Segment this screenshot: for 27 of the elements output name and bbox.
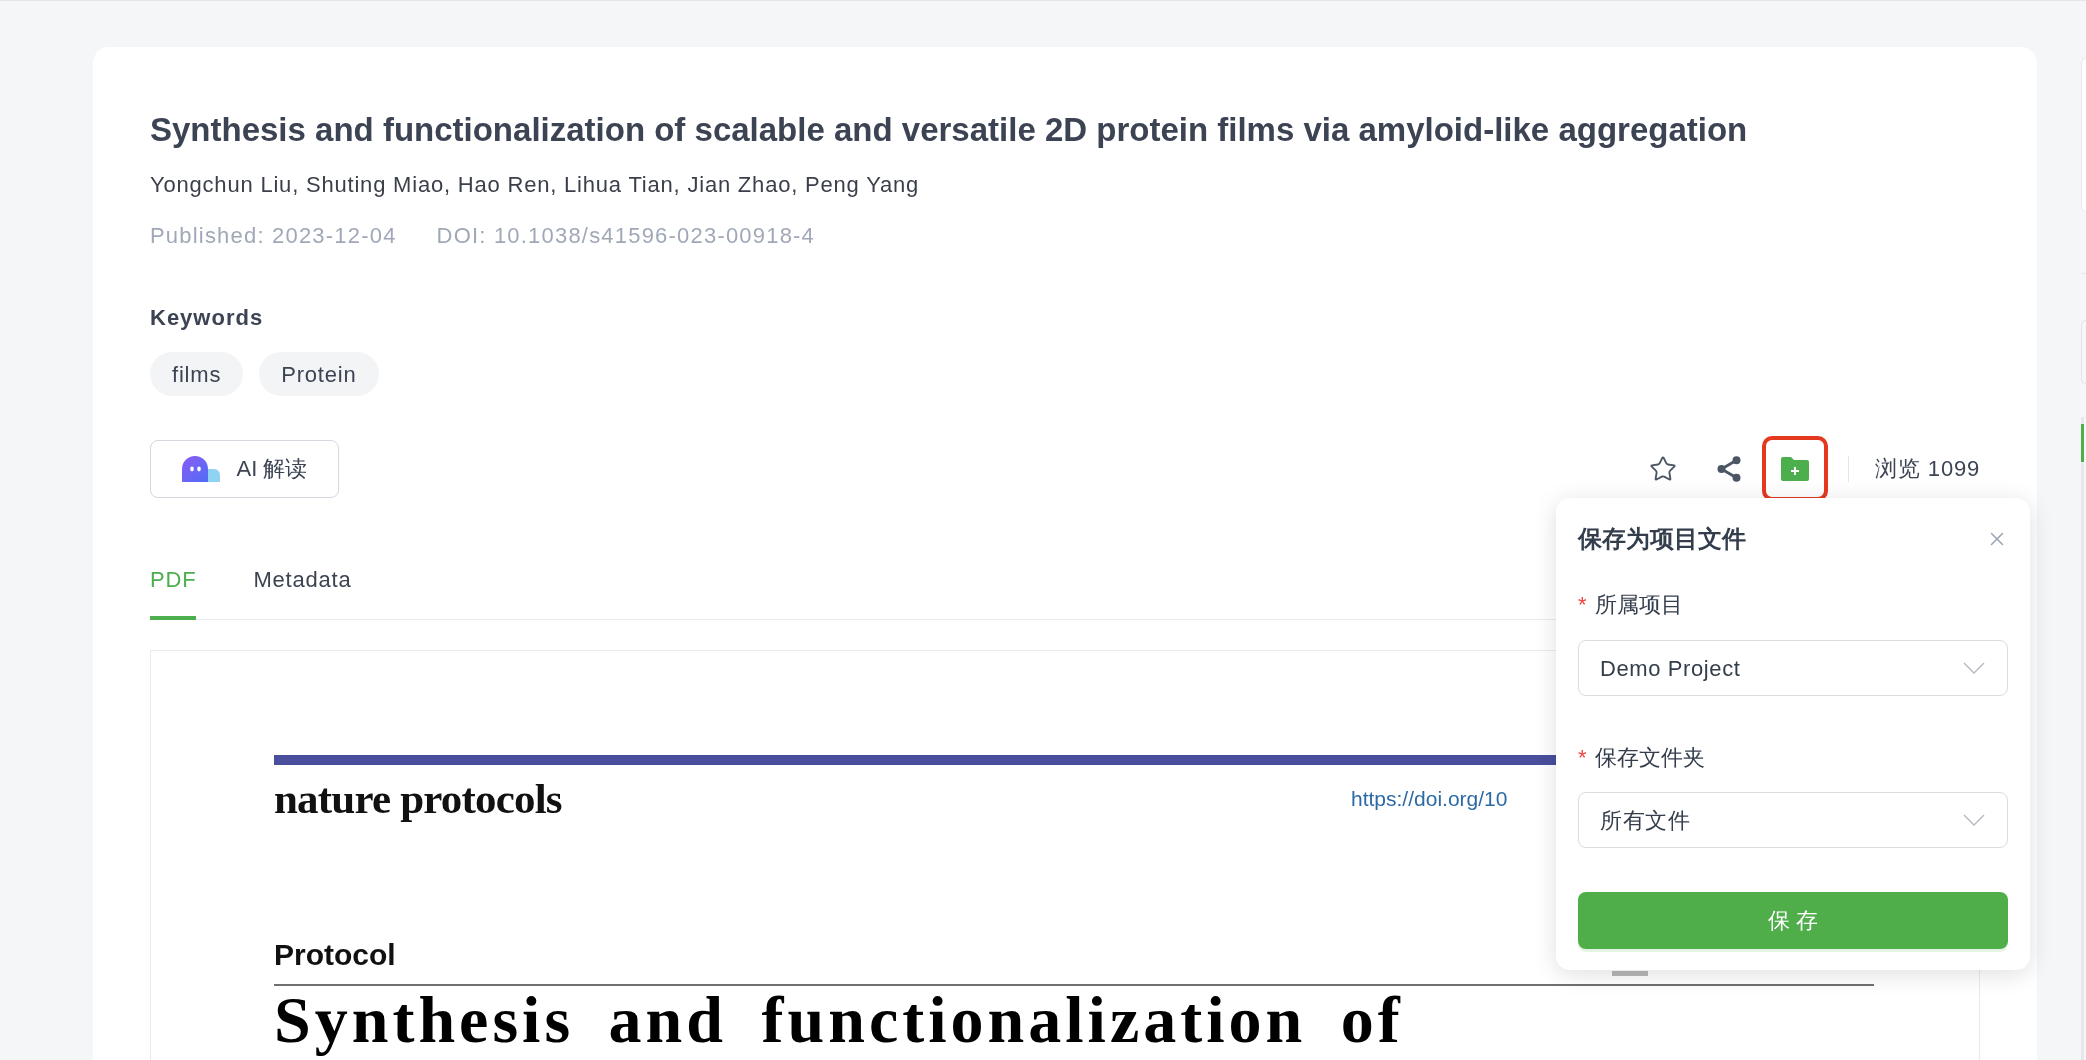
required-mark: * [1578,591,1587,619]
chevron-down-icon [1963,814,1985,826]
keyword-tag: films [150,352,244,396]
field-label: 所属项目 [1594,591,1683,619]
doi-text: DOI: 10.1038/s41596-023-00918-4 [436,222,816,250]
small-bar [1612,971,1648,976]
field-label: 保存文件夹 [1594,744,1705,772]
required-mark: * [1578,744,1587,772]
scrollbar-thumb[interactable] [2081,424,2084,462]
chat-bot-icon [181,455,220,482]
dropdown-select[interactable]: Demo Project [1578,640,2008,696]
popup-title: 保存为项目文件 [1578,524,1746,554]
tab[interactable]: Metadata [253,566,352,620]
keywords-heading: Keywords [150,304,265,332]
article-title: Synthesis and functionalization of scalable and versatile 2D protein films via amyloid-like aggregation [150,110,1749,150]
star-icon [1649,454,1678,483]
folder-plus-icon [1781,456,1810,481]
view-count: 浏览 1099 [1875,455,1980,483]
author-list: Yongchun Liu, Shuting Miao, Hao Ren, Lihua Tian, Jian Zhao, Peng Yang [150,171,1980,199]
chevron-down-icon [1963,662,1985,674]
keyword-tag: Protein [259,352,379,396]
ai-read-button[interactable]: AI 解读 [150,439,339,498]
share-icon [1717,455,1742,482]
publish-date: Published: 2023-12-04 [150,222,397,250]
journal-name: nature protocols [274,777,563,820]
section-label: Protocol [274,940,397,970]
dropdown-select[interactable]: 所有文件 [1578,792,2008,848]
